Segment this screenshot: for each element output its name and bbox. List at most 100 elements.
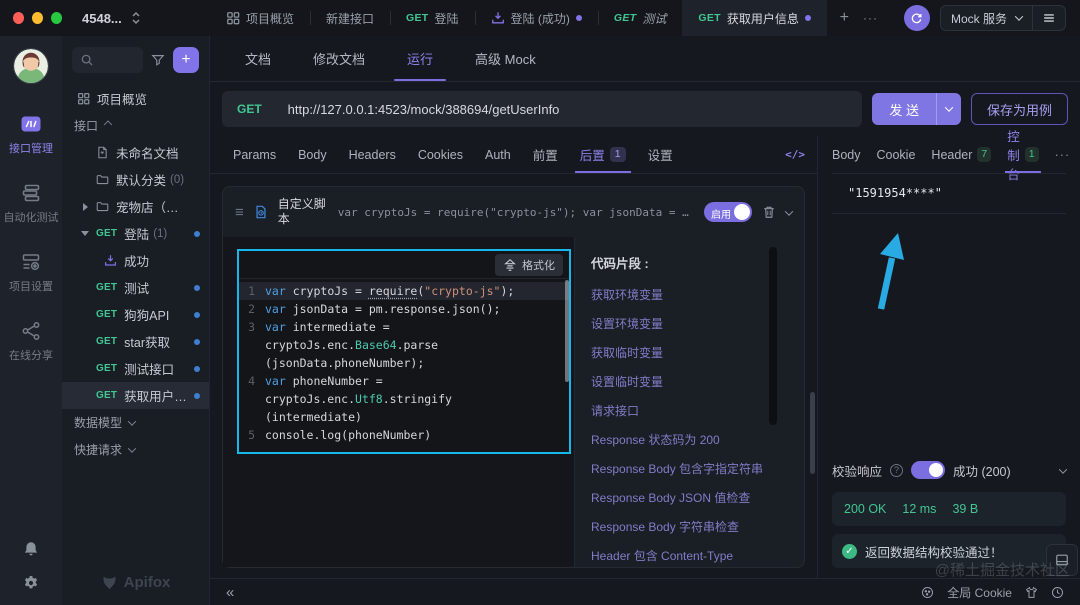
notifications-bell-icon[interactable] <box>23 541 39 557</box>
save-as-case-button[interactable]: 保存为用例 <box>971 93 1068 125</box>
snippet-link-8[interactable]: Response Body JSON 值检查 <box>591 490 786 506</box>
tree-row-8[interactable]: GET测试 <box>62 274 209 301</box>
more-tabs-button[interactable]: ··· <box>863 11 878 25</box>
url-bar[interactable]: GET http://127.0.0.1:4523/mock/388694/ge… <box>222 91 862 127</box>
response-tab-2[interactable]: Cookie <box>877 136 916 173</box>
caret-down-icon[interactable] <box>81 231 89 236</box>
request-tab-1[interactable]: Params <box>222 136 287 173</box>
code-lines[interactable]: 1var cryptoJs = require("crypto-js");2va… <box>239 279 569 452</box>
activity-nav: 接口管理自动化测试项目设置在线分享 <box>4 114 59 390</box>
request-tab-7[interactable]: 后置1 <box>569 136 637 173</box>
clock-icon[interactable] <box>1051 586 1064 599</box>
tree-row-6[interactable]: GET登陆(1) <box>62 220 209 247</box>
close-window-button[interactable] <box>13 12 24 24</box>
snippet-link-9[interactable]: Response Body 字符串检查 <box>591 519 786 535</box>
request-tab-4[interactable]: Cookies <box>407 136 474 173</box>
filter-funnel-icon[interactable] <box>151 53 165 67</box>
delete-script-trash-icon[interactable] <box>762 205 776 219</box>
tree-row-11[interactable]: GET测试接口 <box>62 355 209 382</box>
request-pane-scrollbar[interactable] <box>810 392 815 474</box>
user-avatar[interactable] <box>13 48 49 84</box>
help-question-icon[interactable]: ? <box>890 464 903 477</box>
tree-row-10[interactable]: GETstar获取 <box>62 328 209 355</box>
doc-tab-3[interactable]: 运行 <box>386 36 454 81</box>
request-tab-5[interactable]: Auth <box>474 136 522 173</box>
snippet-link-1[interactable]: 获取环境变量 <box>591 287 786 303</box>
tree-row-2[interactable]: 接口 <box>62 112 209 139</box>
tree-row-1[interactable]: 项目概览 <box>62 85 209 112</box>
snippet-link-4[interactable]: 设置临时变量 <box>591 374 786 390</box>
caret-right-icon[interactable] <box>83 203 88 211</box>
snippet-link-6[interactable]: Response 状态码为 200 <box>591 432 786 448</box>
activity-item-3[interactable]: 项目设置 <box>4 252 59 294</box>
project-switcher[interactable]: 4548... <box>62 0 210 36</box>
activity-item-1[interactable]: 接口管理 <box>4 114 59 156</box>
sync-button[interactable] <box>904 5 930 31</box>
titlebar-tab-2[interactable]: 新建接口 <box>310 0 390 36</box>
sidebar-footer: Apifox <box>62 559 209 605</box>
validate-toggle[interactable] <box>911 461 945 479</box>
tree-row-13[interactable]: 数据模型 <box>62 409 209 436</box>
settings-gear-icon[interactable] <box>23 575 39 591</box>
mock-service-select[interactable]: Mock 服务 <box>941 6 1032 30</box>
tree-row-7[interactable]: 成功 <box>62 247 209 274</box>
snippet-link-10[interactable]: Header 包含 Content-Type <box>591 548 786 564</box>
snippet-link-3[interactable]: 获取临时变量 <box>591 345 786 361</box>
titlebar-tab-6[interactable]: GET获取用户信息 <box>682 0 827 36</box>
request-pane: ParamsBodyHeadersCookiesAuth前置后置1设置 </> ≡… <box>210 136 818 578</box>
hamburger-icon <box>1042 11 1056 25</box>
send-options-caret[interactable] <box>936 93 961 125</box>
titlebar-tab-3[interactable]: GET登陆 <box>390 0 475 36</box>
response-tab-1[interactable]: Body <box>832 136 861 173</box>
request-tab-3[interactable]: Headers <box>338 136 407 173</box>
response-tab-3[interactable]: Header7 <box>931 136 991 173</box>
send-button[interactable]: 发 送 <box>872 93 961 125</box>
titlebar-tab-1[interactable]: 项目概览 <box>210 0 310 36</box>
cookie-icon[interactable] <box>921 586 934 599</box>
tree-row-12[interactable]: GET获取用户信息 <box>62 382 209 409</box>
tree-row-14[interactable]: 快捷请求 <box>62 436 209 463</box>
search-input[interactable] <box>72 47 143 73</box>
titlebar-tab-5[interactable]: GET测试 <box>598 0 683 36</box>
code-text: var phoneNumber = cryptoJs.enc.Utf8.stri… <box>265 372 569 408</box>
tree-row-4[interactable]: 默认分类(0) <box>62 166 209 193</box>
snippets-scrollbar[interactable] <box>769 247 777 425</box>
doc-tab-1[interactable]: 文档 <box>224 36 292 81</box>
code-editor-highlighted[interactable]: 格式化 1var cryptoJs = require("crypto-js")… <box>237 249 571 454</box>
editor-scrollbar[interactable] <box>565 280 569 382</box>
script-enable-toggle[interactable]: 启用 <box>704 202 752 222</box>
toggle-bottom-panel-button[interactable] <box>1046 544 1078 576</box>
activity-item-4[interactable]: 在线分享 <box>4 321 59 363</box>
drag-handle-icon[interactable]: ≡ <box>235 204 244 221</box>
response-tab-4[interactable]: 控制台1 <box>1007 136 1038 173</box>
request-tab-6[interactable]: 前置 <box>522 136 569 173</box>
add-api-button[interactable]: + <box>173 47 199 73</box>
environment-menu-button[interactable] <box>1032 6 1065 30</box>
doc-tab-4[interactable]: 高级 Mock <box>454 36 557 81</box>
add-tab-button[interactable]: + <box>840 9 849 27</box>
tree-row-5[interactable]: 宠物店（示例... <box>62 193 209 220</box>
minimize-window-button[interactable] <box>32 12 43 24</box>
response-more-button[interactable]: ··· <box>1055 148 1071 162</box>
activity-item-2[interactable]: 自动化测试 <box>4 183 59 225</box>
titlebar-tab-4[interactable]: 登陆 (成功) <box>475 0 598 36</box>
collapse-sidebar-button[interactable]: « <box>226 584 234 601</box>
code-view-toggle[interactable]: </> <box>785 136 805 173</box>
tree-item-label: 默认分类 <box>116 170 166 189</box>
doc-tab-2[interactable]: 修改文档 <box>292 36 386 81</box>
code-token: console.log(phoneNumber) <box>265 428 431 442</box>
validate-chevron-icon[interactable] <box>1060 463 1066 477</box>
tree-row-9[interactable]: GET狗狗API <box>62 301 209 328</box>
request-tab-8[interactable]: 设置 <box>637 136 684 173</box>
shirt-icon[interactable] <box>1025 586 1038 599</box>
global-cookie-label[interactable]: 全局 Cookie <box>947 584 1012 601</box>
request-tab-2[interactable]: Body <box>287 136 338 173</box>
snippet-link-5[interactable]: 请求接口 <box>591 403 786 419</box>
snippet-link-2[interactable]: 设置环境变量 <box>591 316 786 332</box>
tree-row-3[interactable]: 未命名文档 <box>62 139 209 166</box>
format-code-button[interactable]: 格式化 <box>495 254 563 276</box>
collapse-script-chevron-icon[interactable] <box>786 205 792 219</box>
maximize-window-button[interactable] <box>51 12 62 24</box>
response-size: 39 B <box>952 502 978 516</box>
snippet-link-7[interactable]: Response Body 包含字指定符串 <box>591 461 786 477</box>
